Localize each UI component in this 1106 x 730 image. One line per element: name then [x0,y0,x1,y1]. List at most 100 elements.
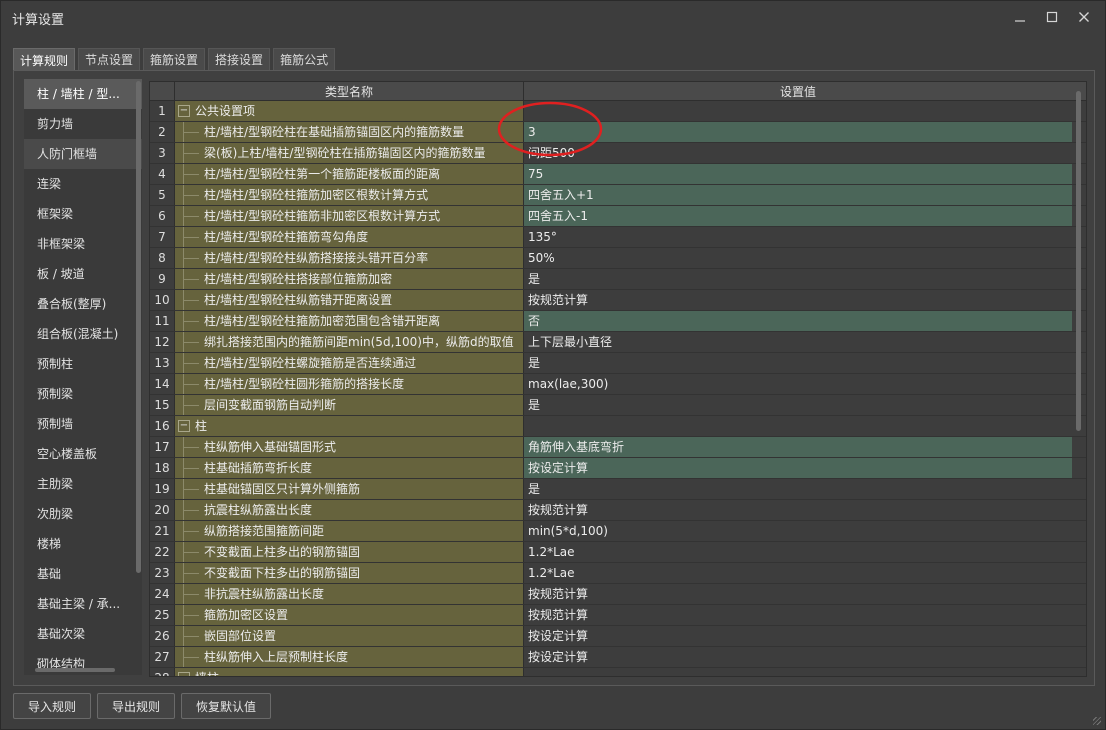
restore-defaults-button[interactable]: 恢复默认值 [181,693,272,719]
setting-value-cell[interactable]: 按设定计算 [523,626,1072,646]
close-icon[interactable] [1071,7,1097,27]
setting-value-cell[interactable]: 按规范计算 [523,290,1072,310]
table-row[interactable]: 21 纵筋搭接范围箍筋间距 min(5*d,100) [150,521,1086,542]
table-row[interactable]: 12 绑扎搭接范围内的箍筋间距min(5d,100)中，纵筋d的取值 上下层最小直径 [150,332,1086,353]
setting-value-cell[interactable]: 是 [523,395,1072,415]
settings-grid: 类型名称 设置值 1− 公共设置项 2 柱/墙柱/型钢砼柱在基础插筋锚固区内的箍筋数量… [149,81,1087,677]
setting-value-cell[interactable]: min(5*d,100) [523,521,1072,541]
sidebar-item-8[interactable]: 组合板(混凝土) [24,319,142,349]
table-row[interactable]: 8 柱/墙柱/型钢砼柱纵筋搭接接头错开百分率 50% [150,248,1086,269]
table-row[interactable]: 25 箍筋加密区设置 按规范计算 [150,605,1086,626]
sidebar-item-16[interactable]: 基础 [24,559,142,589]
setting-value-cell[interactable]: 否 [523,311,1072,331]
sidebar-item-14[interactable]: 次肋梁 [24,499,142,529]
table-row[interactable]: 15 层间变截面钢筋自动判断 是 [150,395,1086,416]
setting-value-cell[interactable]: 按规范计算 [523,605,1072,625]
tab-2[interactable]: 箍筋设置 [143,48,206,70]
setting-value-cell[interactable] [523,101,1072,121]
table-row[interactable]: 27 柱纵筋伸入上层预制柱长度 按设定计算 [150,647,1086,668]
table-row[interactable]: 20 抗震柱纵筋露出长度 按规范计算 [150,500,1086,521]
tab-3[interactable]: 搭接设置 [208,48,271,70]
sidebar-item-6[interactable]: 板 / 坡道 [24,259,142,289]
resize-grip[interactable] [1093,717,1101,725]
sidebar-horizontal-scrollbar[interactable] [35,668,115,672]
minimize-icon[interactable] [1007,7,1033,27]
sidebar-item-7[interactable]: 叠合板(整厚) [24,289,142,319]
sidebar-item-5[interactable]: 非框架梁 [24,229,142,259]
setting-value-cell[interactable]: 135° [523,227,1072,247]
table-row[interactable]: 28− 墙柱 [150,668,1086,676]
table-row[interactable]: 13 柱/墙柱/型钢砼柱螺旋箍筋是否连续通过 是 [150,353,1086,374]
tab-1[interactable]: 节点设置 [78,48,141,70]
sidebar-item-17[interactable]: 基础主梁 / 承... [24,589,142,619]
table-row[interactable]: 18 柱基础插筋弯折长度 按设定计算 [150,458,1086,479]
setting-value-cell[interactable]: 按规范计算 [523,584,1072,604]
table-row[interactable]: 2 柱/墙柱/型钢砼柱在基础插筋锚固区内的箍筋数量 3 [150,122,1086,143]
tab-4[interactable]: 箍筋公式 [273,48,336,70]
setting-value-cell[interactable]: 是 [523,353,1072,373]
table-row[interactable]: 10 柱/墙柱/型钢砼柱纵筋错开距离设置 按规范计算 [150,290,1086,311]
setting-value-cell[interactable]: 1.2*Lae [523,542,1072,562]
setting-value-cell[interactable]: 上下层最小直径 [523,332,1072,352]
maximize-icon[interactable] [1039,7,1065,27]
setting-value-cell[interactable]: 50% [523,248,1072,268]
table-row[interactable]: 16− 柱 [150,416,1086,437]
grid-vertical-scrollbar[interactable] [1076,91,1081,431]
tab-0[interactable]: 计算规则 [13,48,76,71]
setting-value-cell[interactable]: 间距500 [523,143,1072,163]
setting-value-cell[interactable]: 按设定计算 [523,458,1072,478]
setting-value-cell[interactable] [523,668,1072,676]
table-row[interactable]: 1− 公共设置项 [150,101,1086,122]
tree-branch [183,363,199,364]
table-row[interactable]: 11 柱/墙柱/型钢砼柱箍筋加密范围包含错开距离 否 [150,311,1086,332]
setting-name: 柱/墙柱/型钢砼柱箍筋加密区根数计算方式 [174,185,523,205]
setting-value-cell[interactable]: 75 [523,164,1072,184]
sidebar-item-0[interactable]: 柱 / 墙柱 / 型... [24,79,142,109]
setting-value-cell[interactable]: 是 [523,479,1072,499]
table-row[interactable]: 5 柱/墙柱/型钢砼柱箍筋加密区根数计算方式 四舍五入+1 [150,185,1086,206]
setting-value-cell[interactable]: 按规范计算 [523,500,1072,520]
sidebar-item-9[interactable]: 预制柱 [24,349,142,379]
setting-value-cell[interactable]: 1.2*Lae [523,563,1072,583]
setting-value-cell[interactable]: 是 [523,269,1072,289]
setting-value-cell[interactable]: 按设定计算 [523,647,1072,667]
setting-name: 抗震柱纵筋露出长度 [174,500,523,520]
table-row[interactable]: 19 柱基础锚固区只计算外侧箍筋 是 [150,479,1086,500]
setting-value-cell[interactable]: max(lae,300) [523,374,1072,394]
sidebar-item-18[interactable]: 基础次梁 [24,619,142,649]
collapse-minus-icon[interactable]: − [178,420,190,432]
setting-name: − 柱 [174,416,523,436]
table-row[interactable]: 7 柱/墙柱/型钢砼柱箍筋弯勾角度 135° [150,227,1086,248]
table-row[interactable]: 6 柱/墙柱/型钢砼柱箍筋非加密区根数计算方式 四舍五入-1 [150,206,1086,227]
sidebar-item-13[interactable]: 主肋梁 [24,469,142,499]
sidebar-item-3[interactable]: 连梁 [24,169,142,199]
table-row[interactable]: 4 柱/墙柱/型钢砼柱第一个箍筋距楼板面的距离 75 [150,164,1086,185]
setting-value-cell[interactable]: 四舍五入+1 [523,185,1072,205]
sidebar-item-1[interactable]: 剪力墙 [24,109,142,139]
sidebar-item-11[interactable]: 预制墙 [24,409,142,439]
setting-value-cell[interactable] [523,416,1072,436]
collapse-minus-icon[interactable]: − [178,672,190,676]
sidebar-item-2[interactable]: 人防门框墙 [24,139,142,169]
table-row[interactable]: 24 非抗震柱纵筋露出长度 按规范计算 [150,584,1086,605]
table-row[interactable]: 23 不变截面下柱多出的钢筋锚固 1.2*Lae [150,563,1086,584]
table-row[interactable]: 22 不变截面上柱多出的钢筋锚固 1.2*Lae [150,542,1086,563]
setting-value-cell[interactable]: 角筋伸入基底弯折 [523,437,1072,457]
sidebar-vertical-scrollbar[interactable] [136,81,141,573]
setting-value-cell[interactable]: 四舍五入-1 [523,206,1072,226]
table-row[interactable]: 17 柱纵筋伸入基础锚固形式 角筋伸入基底弯折 [150,437,1086,458]
table-row[interactable]: 9 柱/墙柱/型钢砼柱搭接部位箍筋加密 是 [150,269,1086,290]
setting-value-cell[interactable]: 3 [523,122,1072,142]
table-row[interactable]: 26 嵌固部位设置 按设定计算 [150,626,1086,647]
sidebar-item-4[interactable]: 框架梁 [24,199,142,229]
setting-name: 嵌固部位设置 [174,626,523,646]
table-row[interactable]: 3 梁(板)上柱/墙柱/型钢砼柱在插筋锚固区内的箍筋数量 间距500 [150,143,1086,164]
sidebar-item-12[interactable]: 空心楼盖板 [24,439,142,469]
setting-name: 柱基础锚固区只计算外侧箍筋 [174,479,523,499]
export-rules-button[interactable]: 导出规则 [97,693,176,719]
sidebar-item-15[interactable]: 楼梯 [24,529,142,559]
sidebar-item-10[interactable]: 预制梁 [24,379,142,409]
import-rules-button[interactable]: 导入规则 [13,693,92,719]
table-row[interactable]: 14 柱/墙柱/型钢砼柱圆形箍筋的搭接长度 max(lae,300) [150,374,1086,395]
collapse-minus-icon[interactable]: − [178,105,190,117]
